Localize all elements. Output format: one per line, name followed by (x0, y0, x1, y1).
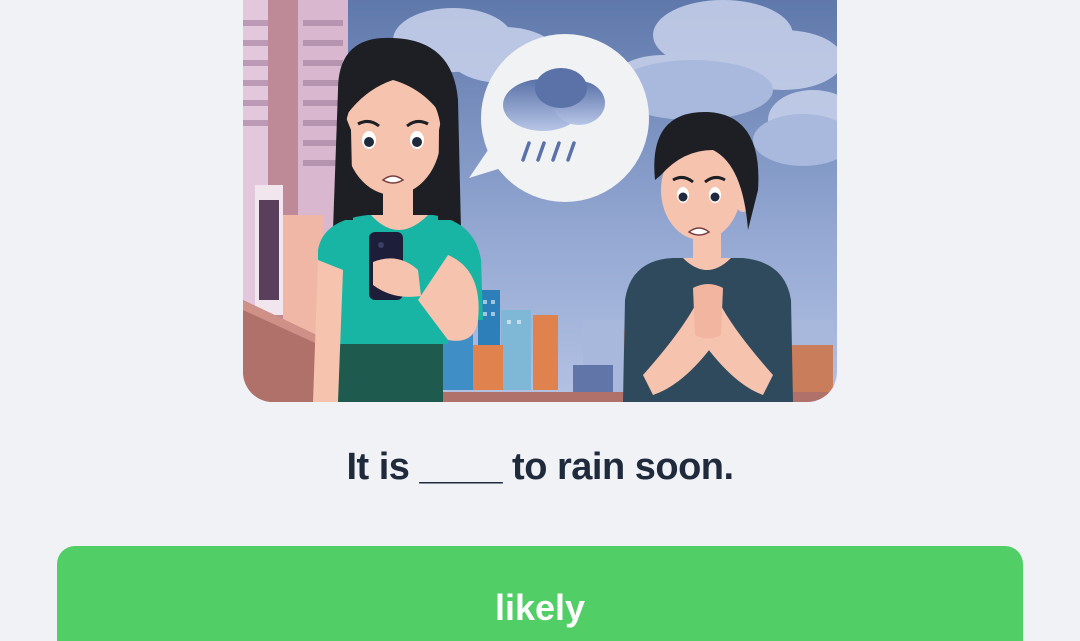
scene-image (243, 0, 837, 402)
answer-option-button[interactable]: likely (57, 546, 1023, 641)
question-text: It is ____ to rain soon. (346, 446, 734, 488)
scene-illustration (243, 0, 837, 402)
quiz-screen: It is ____ to rain soon. likely (0, 0, 1080, 641)
answer-option-label: likely (494, 587, 586, 628)
